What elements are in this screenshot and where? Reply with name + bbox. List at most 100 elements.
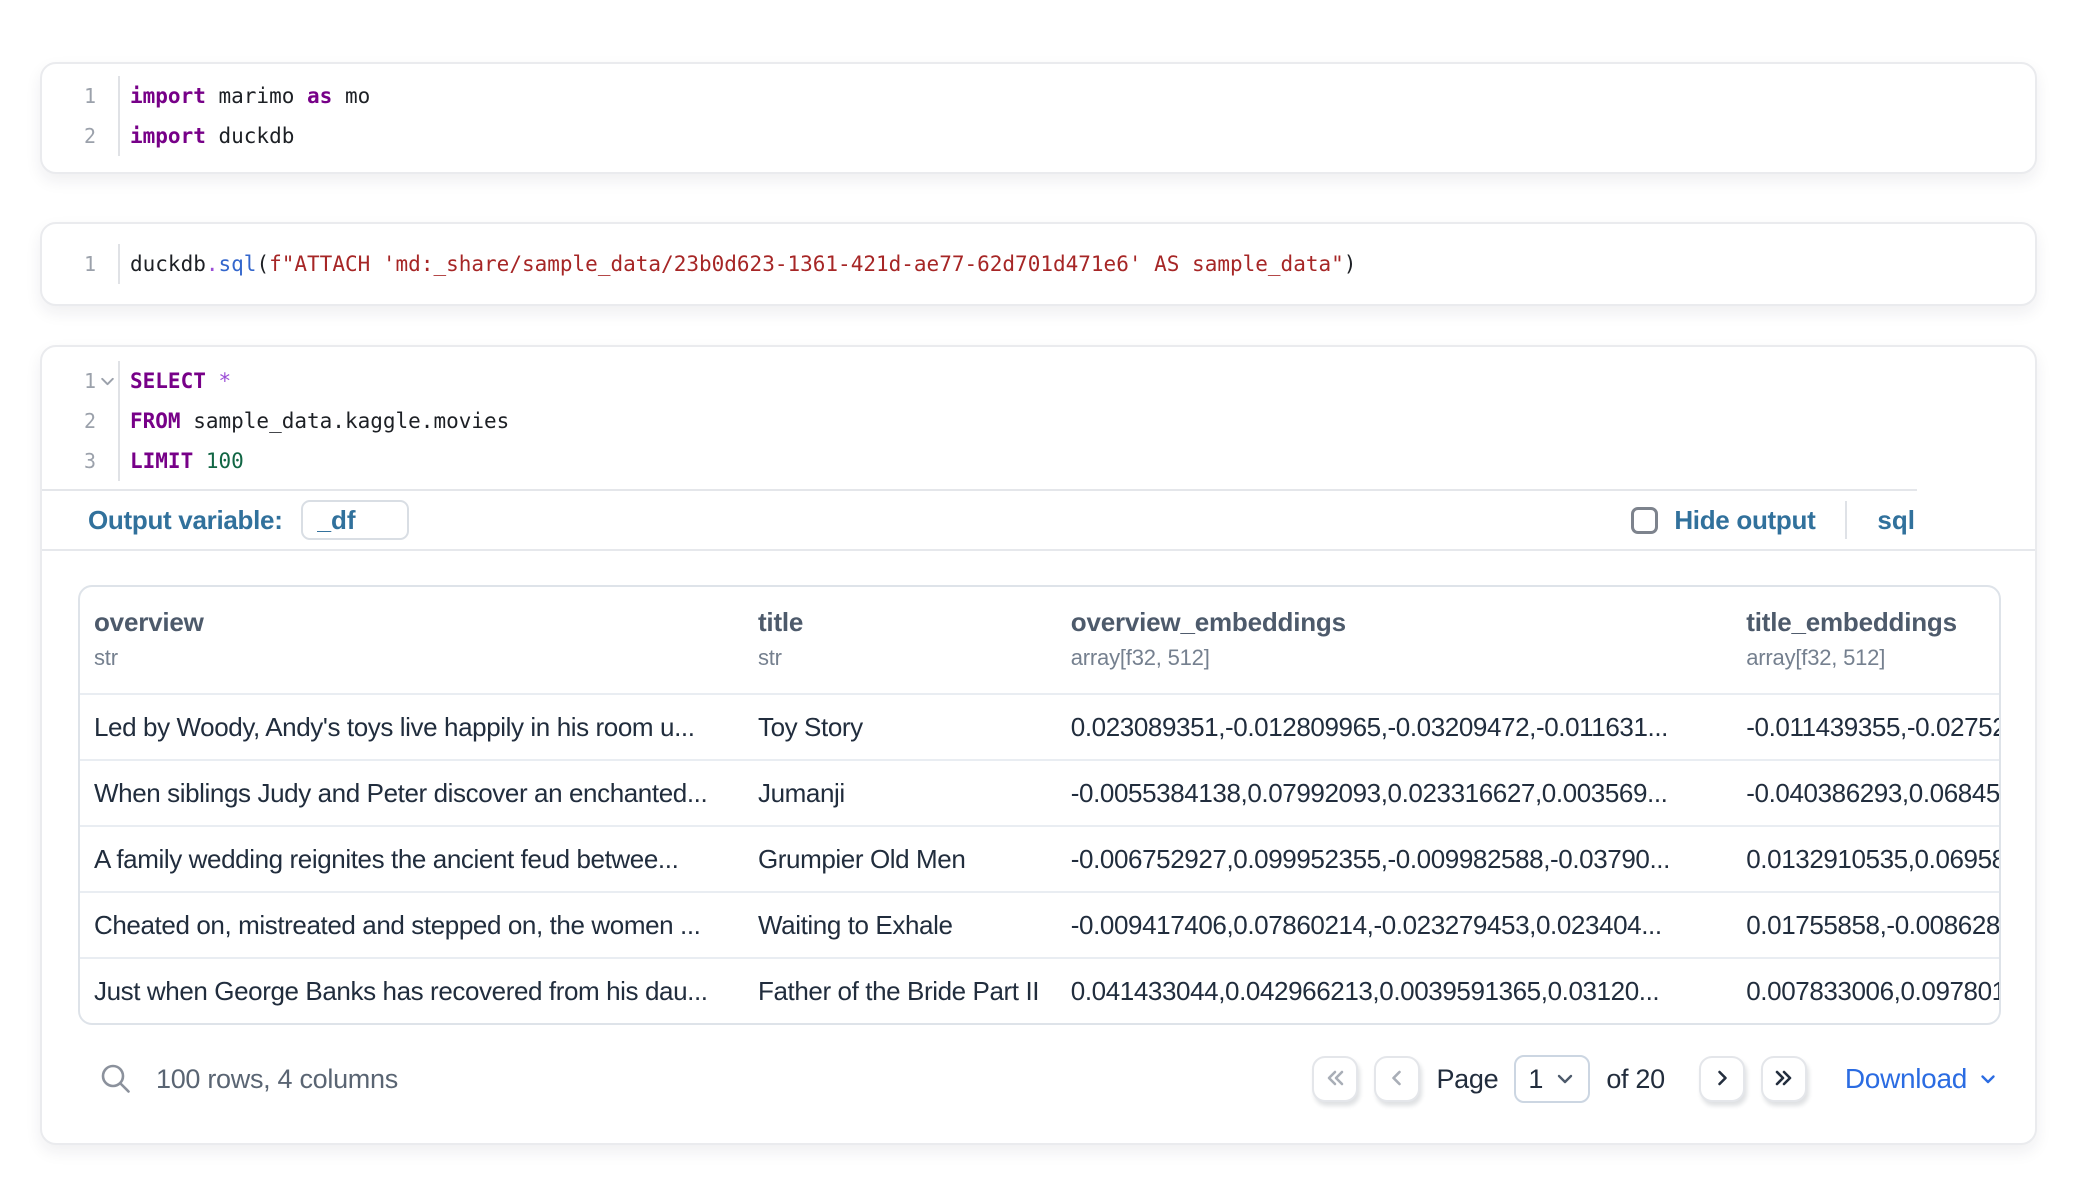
download-label: Download bbox=[1845, 1063, 1967, 1095]
line-gutter: 3 bbox=[42, 441, 118, 481]
line-gutter: 1 bbox=[42, 361, 118, 401]
column-type: array[f32, 512] bbox=[1071, 645, 1726, 671]
hide-output-label: Hide output bbox=[1674, 505, 1815, 536]
table-cell: When siblings Judy and Peter discover an… bbox=[80, 760, 744, 826]
column-type: array[f32, 512] bbox=[1746, 645, 1993, 671]
line-gutter: 2 bbox=[42, 401, 118, 441]
column-name: title_embeddings bbox=[1746, 607, 1993, 638]
table-cell: 0.023089351,-0.012809965,-0.03209472,-0.… bbox=[1057, 694, 1732, 760]
table-row: Just when George Banks has recovered fro… bbox=[80, 958, 1999, 1023]
fold-spacer bbox=[96, 244, 118, 284]
table-cell: Cheated on, mistreated and stepped on, t… bbox=[80, 892, 744, 958]
table-row: A family wedding reignites the ancient f… bbox=[80, 826, 1999, 892]
chevrons-left-icon bbox=[1323, 1066, 1347, 1093]
code-editor-imports[interactable]: 1 import marimo as mo 2 import duckdb bbox=[42, 76, 2035, 156]
vertical-divider bbox=[1845, 501, 1847, 539]
previous-page-button[interactable] bbox=[1374, 1056, 1420, 1102]
chevron-right-icon bbox=[1710, 1066, 1734, 1093]
column-header-title_embeddings: title_embeddings array[f32, 512] bbox=[1732, 587, 1999, 694]
table-cell: -0.040386293,0.068451 bbox=[1732, 760, 1999, 826]
table-row: Led by Woody, Andy's toys live happily i… bbox=[80, 694, 1999, 760]
sql-cell-footer: Output variable: Hide output sql bbox=[42, 491, 2035, 549]
chevrons-right-icon bbox=[1772, 1066, 1796, 1093]
table-cell: -0.011439355,-0.02752 bbox=[1732, 694, 1999, 760]
code-line: 3 LIMIT 100 bbox=[42, 441, 2035, 481]
notebook-cell-sql: 1 SELECT * 2 FROM sample_data.kaggle.movies… bbox=[40, 345, 2037, 1145]
code-text: duckdb.sql(f"ATTACH 'md:_share/sample_da… bbox=[118, 244, 2035, 284]
column-name: overview bbox=[94, 607, 738, 638]
first-page-button[interactable] bbox=[1312, 1056, 1358, 1102]
notebook: 1 import marimo as mo 2 import duckdb 1 duck… bbox=[0, 0, 2086, 1192]
dataframe-table: overview str title str overview_embeddingsar… bbox=[80, 587, 1999, 1023]
table-cell: Waiting to Exhale bbox=[744, 892, 1057, 958]
table-cell: A family wedding reignites the ancient f… bbox=[80, 826, 744, 892]
code-editor-sql[interactable]: 1 SELECT * 2 FROM sample_data.kaggle.movies… bbox=[42, 361, 2035, 481]
code-line: 1 SELECT * bbox=[42, 361, 2035, 401]
code-line: 2 import duckdb bbox=[42, 116, 2035, 156]
code-text: LIMIT 100 bbox=[118, 441, 2035, 481]
page-count-label: of 20 bbox=[1606, 1064, 1665, 1095]
line-number: 2 bbox=[84, 401, 96, 441]
code-text: SELECT * bbox=[118, 361, 2035, 401]
table-header-row: overview str title str overview_embeddingsar… bbox=[80, 587, 1999, 694]
notebook-cell-imports: 1 import marimo as mo 2 import duckdb bbox=[40, 62, 2037, 174]
column-name: title bbox=[758, 607, 1051, 638]
search-icon[interactable] bbox=[98, 1061, 134, 1097]
table-cell: Jumanji bbox=[744, 760, 1057, 826]
fold-spacer bbox=[96, 76, 118, 116]
table-cell: Toy Story bbox=[744, 694, 1057, 760]
table-cell: -0.006752927,0.099952355,-0.009982588,-0… bbox=[1057, 826, 1732, 892]
code-line: 1 duckdb.sql(f"ATTACH 'md:_share/sample_d… bbox=[42, 244, 2035, 284]
notebook-cell-attach: 1 duckdb.sql(f"ATTACH 'md:_share/sample_d… bbox=[40, 222, 2037, 306]
pagination: Page 1 of 20 bbox=[1312, 1055, 1999, 1103]
table-cell: Grumpier Old Men bbox=[744, 826, 1057, 892]
download-button[interactable]: Download bbox=[1845, 1063, 1999, 1095]
table-cell: Father of the Bride Part II bbox=[744, 958, 1057, 1023]
code-text: import marimo as mo bbox=[118, 76, 2035, 116]
line-gutter: 1 bbox=[42, 244, 118, 284]
page-select[interactable]: 1 bbox=[1514, 1055, 1590, 1103]
column-header-overview: overview str bbox=[80, 587, 744, 694]
fold-spacer bbox=[96, 441, 118, 481]
fold-chevron-icon[interactable] bbox=[96, 361, 118, 401]
page-label: Page bbox=[1436, 1064, 1498, 1095]
column-header-title: title str bbox=[744, 587, 1057, 694]
column-type: str bbox=[94, 645, 738, 671]
hide-output-checkbox[interactable] bbox=[1631, 507, 1658, 534]
table-cell: 0.041433044,0.042966213,0.0039591365,0.0… bbox=[1057, 958, 1732, 1023]
chevron-left-icon bbox=[1385, 1066, 1409, 1093]
line-gutter: 1 bbox=[42, 76, 118, 116]
cell-output-area: overview str title str overview_embeddingsar… bbox=[42, 551, 2035, 1111]
table-row: When siblings Judy and Peter discover an… bbox=[80, 760, 1999, 826]
page-select-value: 1 bbox=[1528, 1064, 1543, 1095]
line-number: 1 bbox=[84, 76, 96, 116]
output-variable-label: Output variable: bbox=[88, 505, 283, 536]
line-number: 3 bbox=[84, 441, 96, 481]
chevron-down-icon bbox=[1554, 1068, 1576, 1090]
last-page-button[interactable] bbox=[1761, 1056, 1807, 1102]
code-editor-attach[interactable]: 1 duckdb.sql(f"ATTACH 'md:_share/sample_d… bbox=[42, 244, 2035, 284]
language-toggle-sql[interactable]: sql bbox=[1877, 505, 1915, 536]
next-page-button[interactable] bbox=[1699, 1056, 1745, 1102]
code-text: FROM sample_data.kaggle.movies bbox=[118, 401, 2035, 441]
table-cell: Led by Woody, Andy's toys live happily i… bbox=[80, 694, 744, 760]
table-cell: 0.007833006,0.097801 bbox=[1732, 958, 1999, 1023]
table-cell: -0.0055384138,0.07992093,0.023316627,0.0… bbox=[1057, 760, 1732, 826]
output-variable-input[interactable] bbox=[301, 500, 409, 540]
line-number: 1 bbox=[84, 244, 96, 284]
table-row: Cheated on, mistreated and stepped on, t… bbox=[80, 892, 1999, 958]
code-text: import duckdb bbox=[118, 116, 2035, 156]
table-footer: 100 rows, 4 columns Page 1 bbox=[78, 1047, 2001, 1111]
line-number: 2 bbox=[84, 116, 96, 156]
column-name: overview_embeddings bbox=[1071, 607, 1726, 638]
table-cell: 0.01755858,-0.0086286 bbox=[1732, 892, 1999, 958]
fold-spacer bbox=[96, 401, 118, 441]
code-line: 2 FROM sample_data.kaggle.movies bbox=[42, 401, 2035, 441]
fold-spacer bbox=[96, 116, 118, 156]
column-header-overview_embeddings: overview_embeddings array[f32, 512] bbox=[1057, 587, 1732, 694]
table-cell: -0.009417406,0.07860214,-0.023279453,0.0… bbox=[1057, 892, 1732, 958]
line-number: 1 bbox=[84, 361, 96, 401]
column-type: str bbox=[758, 645, 1051, 671]
table-cell: 0.0132910535,0.06958 bbox=[1732, 826, 1999, 892]
row-count-status: 100 rows, 4 columns bbox=[156, 1064, 398, 1095]
